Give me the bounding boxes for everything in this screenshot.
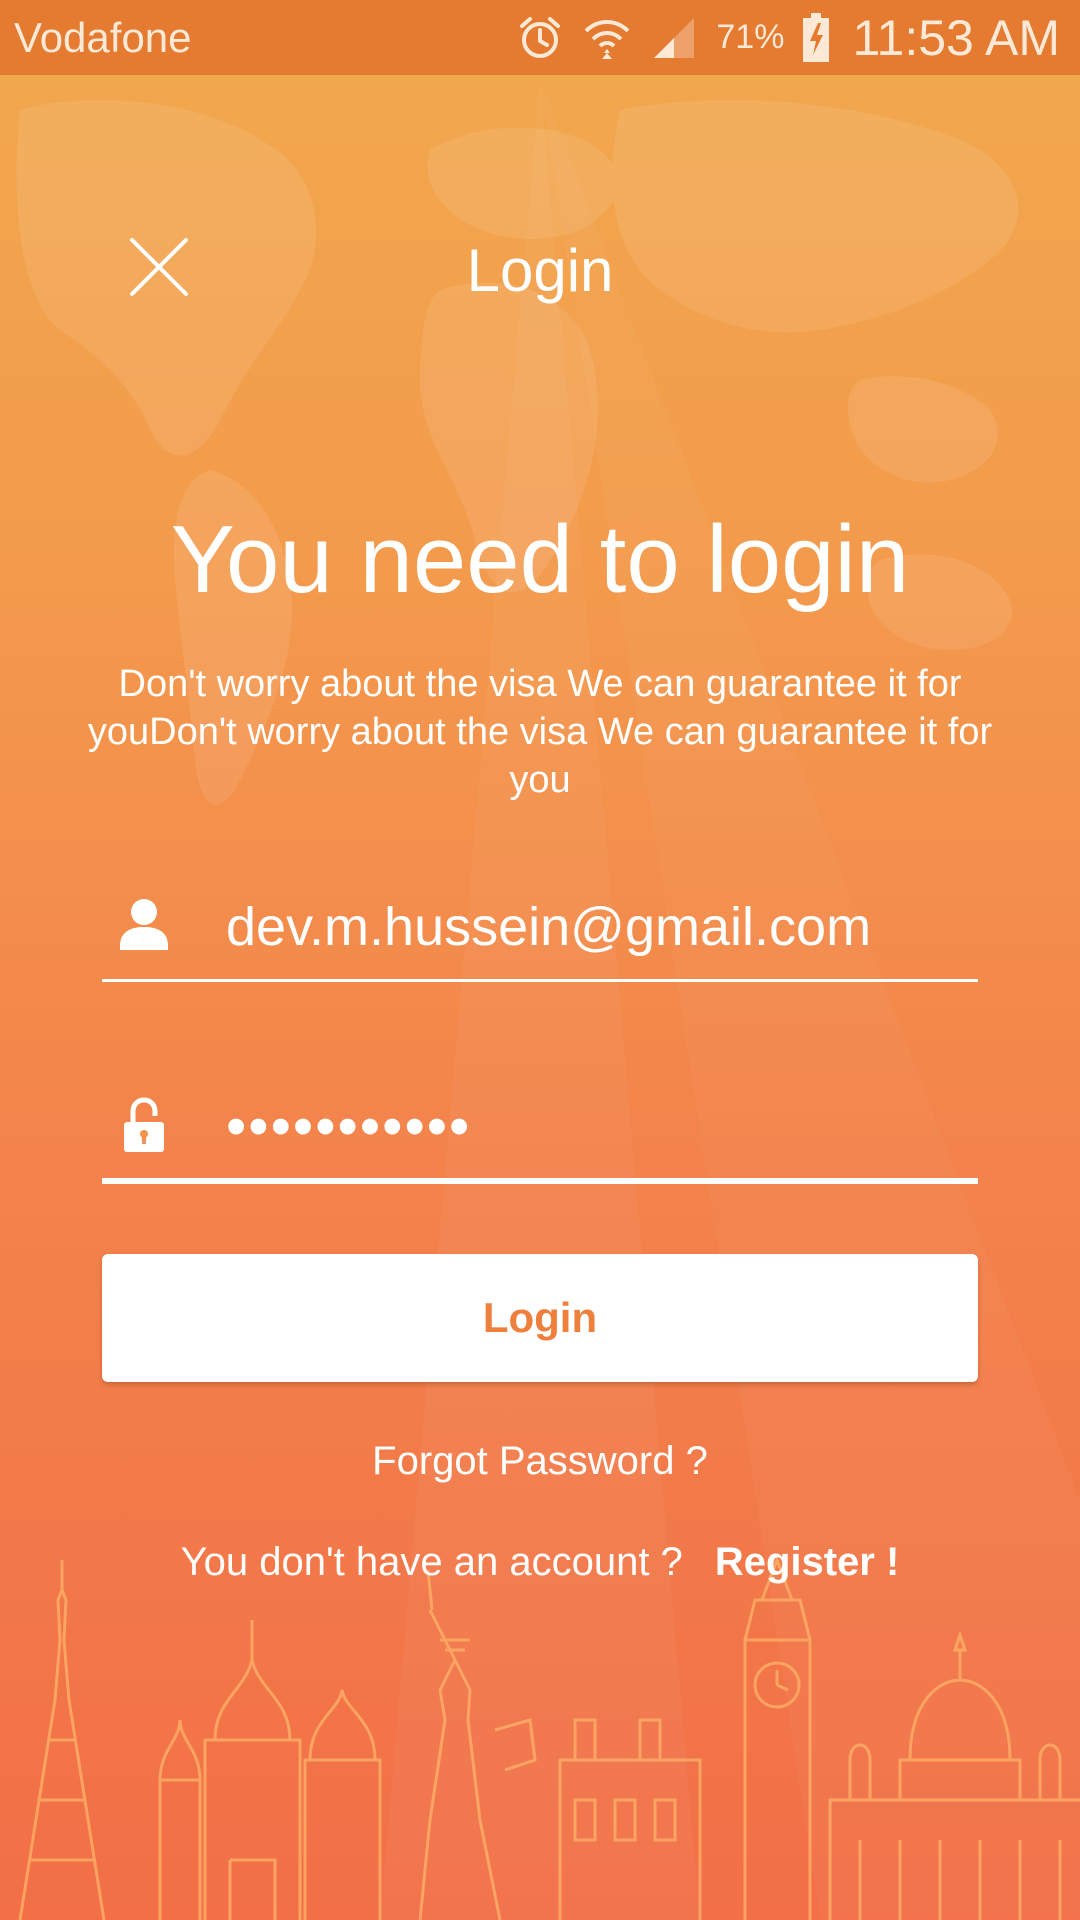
clock: 11:53 AM (852, 9, 1060, 66)
lock-icon (118, 1096, 170, 1156)
register-row: You don't have an account ? Register ! (0, 1537, 1080, 1587)
password-value[interactable]: ••••••••••• (226, 1092, 471, 1162)
alarm-icon (516, 14, 564, 62)
carrier-name: Vodafone (14, 13, 192, 61)
user-icon (118, 896, 170, 956)
signal-icon (650, 14, 698, 62)
status-icons: 71% 11:53 AM (516, 9, 1060, 67)
register-link[interactable]: Register ! (715, 1540, 900, 1584)
email-field[interactable]: dev.m.hussein@gmail.com (102, 880, 978, 982)
login-screen: Vodafone 71% 11:53 AM Login You need to … (0, 0, 1080, 1920)
status-bar: Vodafone 71% 11:53 AM (0, 0, 1080, 75)
no-account-text: You don't have an account ? (180, 1540, 683, 1584)
login-button[interactable]: Login (102, 1254, 978, 1382)
battery-icon (802, 12, 830, 63)
subtext: Don't worry about the visa We can guaran… (87, 663, 993, 801)
page-title: Login (466, 237, 614, 304)
password-field[interactable]: ••••••••••• (102, 1080, 978, 1184)
forgot-password-link[interactable]: Forgot Password ? (0, 1436, 1080, 1486)
headline: You need to login (170, 506, 910, 613)
battery-percent: 71% (716, 18, 785, 56)
email-value[interactable]: dev.m.hussein@gmail.com (226, 892, 871, 962)
wifi-icon (582, 13, 632, 63)
